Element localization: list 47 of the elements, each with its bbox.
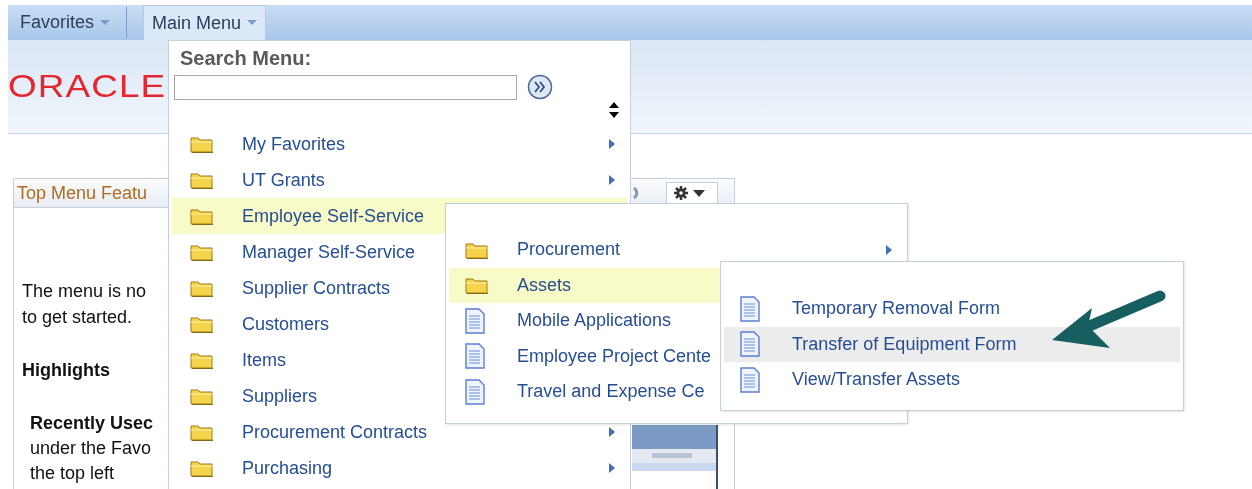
caret-icon — [100, 19, 111, 26]
folder-icon — [190, 135, 214, 153]
menu-item[interactable]: Transfer of Equipment Form — [724, 326, 1180, 362]
folder-icon — [465, 276, 489, 295]
portlet-text: the top left — [30, 462, 115, 485]
folder-icon — [190, 243, 214, 261]
menu-item[interactable]: View/Transfer Assets — [724, 362, 1180, 398]
menu-item[interactable]: UT Grants — [172, 162, 627, 198]
folder-icon — [190, 423, 214, 441]
document-icon — [465, 307, 485, 334]
folder-icon — [190, 207, 214, 225]
menu-item[interactable]: Purchasing — [172, 450, 627, 486]
document-icon — [740, 295, 760, 322]
folder-icon — [190, 279, 214, 297]
folder-icon — [190, 351, 214, 369]
portlet-title: Top Menu Featu — [17, 182, 148, 204]
caret-icon — [247, 20, 258, 26]
nav-tab[interactable]: Main Menu — [143, 5, 267, 40]
folder-icon — [190, 387, 214, 405]
go-icon[interactable] — [527, 74, 553, 100]
folder-icon — [190, 315, 214, 333]
folder-icon — [190, 459, 214, 477]
search-field[interactable] — [174, 74, 517, 100]
portlet-text: under the Favo — [30, 437, 152, 460]
document-icon — [465, 378, 485, 405]
logo: ORACLE — [8, 68, 167, 105]
portlet-text: The menu is no — [22, 280, 147, 303]
menu-item[interactable]: My Favorites — [172, 126, 627, 162]
submenu-arrow-icon — [609, 427, 615, 437]
menu-item[interactable]: Procurement — [449, 232, 904, 268]
submenu-arrow-icon — [609, 175, 615, 185]
search-label: Search Menu: — [180, 47, 313, 70]
nav-tab[interactable]: Favorites — [12, 5, 119, 40]
document-icon — [740, 366, 760, 393]
folder-icon — [190, 171, 214, 189]
menu-item[interactable]: Procurement Contracts — [172, 414, 627, 450]
document-icon — [465, 343, 485, 370]
submenu-arrow-icon — [609, 139, 615, 149]
submenu-arrow-icon — [609, 463, 615, 473]
portlet-text: Highlights — [22, 360, 110, 381]
settings-button[interactable] — [666, 182, 718, 204]
submenu-arrow-icon — [886, 244, 892, 255]
folder-icon — [465, 240, 489, 259]
portlet-text: Recently Usec — [30, 412, 154, 435]
sort-icon[interactable] — [609, 102, 619, 118]
portlet-text: to get started. — [22, 306, 133, 329]
document-icon — [740, 331, 760, 358]
